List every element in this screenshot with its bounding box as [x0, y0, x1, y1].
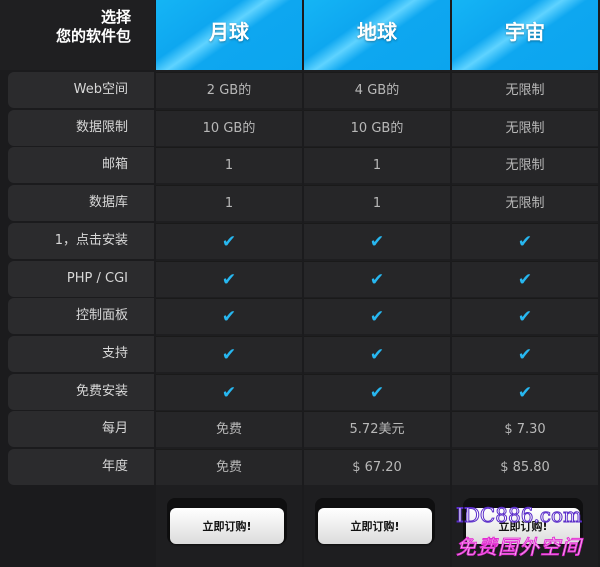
value-cell: $ 67.20	[304, 449, 450, 485]
check-cell: ✔	[156, 336, 302, 372]
order-button-moon[interactable]: 立即订购!	[170, 508, 284, 544]
value-cell: 5.72美元	[304, 411, 450, 447]
check-icon: ✔	[221, 232, 237, 252]
check-icon: ✔	[369, 232, 385, 252]
check-cell: ✔	[156, 223, 302, 259]
check-cell: ✔	[452, 261, 598, 297]
check-cell: ✔	[304, 223, 450, 259]
value-cell: 1	[156, 147, 302, 183]
order-button-earth[interactable]: 立即订购!	[318, 508, 432, 544]
feature-label: 数据库	[8, 185, 154, 221]
check-cell: ✔	[156, 374, 302, 410]
check-icon: ✔	[517, 307, 533, 327]
value-cell: 免费	[156, 411, 302, 447]
check-cell: ✔	[452, 223, 598, 259]
feature-label: 邮箱	[8, 147, 154, 183]
feature-label: 数据限制	[8, 110, 154, 146]
plan-header-earth: 地球	[304, 0, 450, 70]
value-cell: 免费	[156, 449, 302, 485]
check-cell: ✔	[304, 374, 450, 410]
check-cell: ✔	[452, 298, 598, 334]
check-cell: ✔	[304, 261, 450, 297]
check-icon: ✔	[221, 270, 237, 290]
value-cell: 1	[304, 185, 450, 221]
feature-label: 控制面板	[8, 298, 154, 334]
check-icon: ✔	[369, 307, 385, 327]
feature-label: 年度	[8, 449, 154, 485]
check-icon: ✔	[517, 270, 533, 290]
value-cell: 1	[304, 147, 450, 183]
feature-label: 支持	[8, 336, 154, 372]
value-cell: 无限制	[452, 110, 598, 146]
check-icon: ✔	[221, 307, 237, 327]
check-cell: ✔	[452, 374, 598, 410]
check-cell: ✔	[452, 336, 598, 372]
check-icon: ✔	[369, 383, 385, 403]
package-heading-line2: 您的软件包	[55, 27, 131, 45]
check-cell: ✔	[156, 261, 302, 297]
feature-label: PHP / CGI	[8, 261, 154, 297]
feature-label: Web空间	[8, 72, 154, 108]
plan-header-moon: 月球	[156, 0, 302, 70]
check-icon: ✔	[517, 383, 533, 403]
value-cell: 无限制	[452, 147, 598, 183]
check-cell: ✔	[304, 336, 450, 372]
package-heading-line1: 选择	[100, 8, 131, 26]
check-cell: ✔	[156, 298, 302, 334]
feature-label: 1，点击安装	[8, 223, 154, 259]
feature-label: 每月	[8, 411, 154, 447]
check-cell: ✔	[304, 298, 450, 334]
check-icon: ✔	[369, 270, 385, 290]
check-icon: ✔	[517, 345, 533, 365]
value-cell: 4 GB的	[304, 72, 450, 108]
order-button-universe[interactable]: 立即订购!	[466, 508, 580, 544]
package-heading: 选择 您的软件包	[0, 0, 155, 70]
check-icon: ✔	[369, 345, 385, 365]
value-cell: 10 GB的	[156, 110, 302, 146]
value-cell: 无限制	[452, 72, 598, 108]
value-cell: 无限制	[452, 185, 598, 221]
check-icon: ✔	[517, 232, 533, 252]
plan-header-universe: 宇宙	[452, 0, 598, 70]
check-icon: ✔	[221, 383, 237, 403]
value-cell: 10 GB的	[304, 110, 450, 146]
value-cell: 1	[156, 185, 302, 221]
value-cell: $ 7.30	[452, 411, 598, 447]
value-cell: $ 85.80	[452, 449, 598, 485]
check-icon: ✔	[221, 345, 237, 365]
value-cell: 2 GB的	[156, 72, 302, 108]
feature-label: 免费安装	[8, 374, 154, 410]
